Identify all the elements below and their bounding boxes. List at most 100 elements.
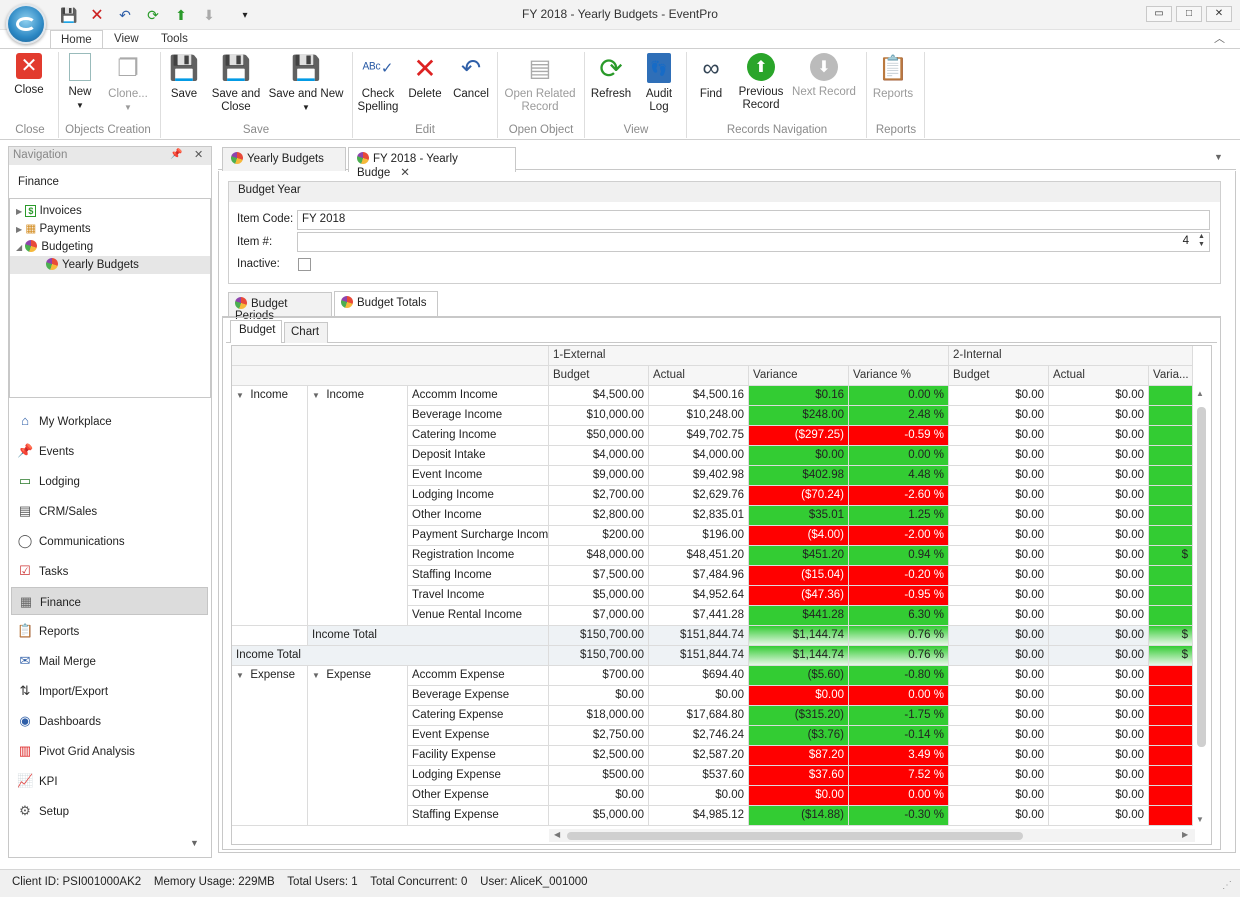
bed-icon: ▭ [18,473,32,488]
column-header[interactable]: Budget [549,366,649,386]
item-number-spinner-icon[interactable]: ▲ ▼ [1198,233,1205,249]
tab-view[interactable]: View [104,30,149,49]
cancel-button[interactable]: ↶ Cancel [452,53,490,101]
row-dimension-expense[interactable]: ▼ Expense [308,666,408,826]
scroll-down-icon[interactable]: ▼ [1196,815,1204,824]
save-close-disk-icon: 💾 [221,54,251,82]
delete-button[interactable]: ✕ Delete [406,53,444,101]
internal-actual-cell: $0.00 [1049,386,1149,406]
variance-percent-cell: -2.00 % [849,526,949,546]
horizontal-scrollbar[interactable] [567,832,1023,840]
variance-percent-cell: 4.48 % [849,466,949,486]
nav-pivot-grid-analysis[interactable]: ▥ Pivot Grid Analysis [17,737,207,765]
audit-log-button[interactable]: 👣 Audit Log [640,53,678,114]
row-dimension-income[interactable]: ▼ Income [308,386,408,626]
tree-item-yearly-budgets[interactable]: Yearly Budgets [10,256,210,274]
nav-dashboards[interactable]: ◉ Dashboards [17,707,207,735]
previous-record-button[interactable]: ⬆ Previous Record [736,53,786,112]
tab-budget-periods[interactable]: Budget Periods [228,292,332,322]
close-ribbon-button[interactable]: ✕ Close [10,53,48,97]
close-pane-icon[interactable]: ✕ [194,148,203,161]
row-dimension-expense[interactable]: ▼ Expense [232,666,308,826]
nav-kpi[interactable]: 📈 KPI [17,767,207,795]
nav-mail-merge[interactable]: ✉ Mail Merge [17,647,207,675]
nav-events[interactable]: 📌 Events [17,437,207,465]
nav-finance[interactable]: ▦ Finance [11,587,208,615]
app-logo-icon[interactable] [6,4,46,44]
vertical-scrollbar[interactable] [1197,407,1206,747]
budget-year-header: Budget Year [229,182,1220,202]
tab-budget-totals[interactable]: Budget Totals [334,291,438,316]
collapse-ribbon-icon[interactable]: ︿ [1214,30,1225,46]
column-header[interactable]: Budget [949,366,1049,386]
save-and-close-button[interactable]: 💾 Save and Close [210,53,262,114]
variance-percent-cell: -0.14 % [849,726,949,746]
row-dimension-income[interactable]: ▼ Income [232,386,308,626]
nav-communications[interactable]: ◯ Communications [17,527,207,555]
save-and-new-button[interactable]: 💾 Save and New ▼ [268,53,344,114]
column-header[interactable]: Actual [1049,366,1149,386]
reports-button[interactable]: 📋 Reports [870,53,916,101]
internal-budget-cell: $0.00 [949,626,1049,646]
tab-chart[interactable]: Chart [284,322,328,343]
nav-lodging[interactable]: ▭ Lodging [17,467,207,495]
scroll-up-icon[interactable]: ▲ [1196,389,1204,398]
variance-percent-cell: 0.00 % [849,386,949,406]
internal-actual-cell: $0.00 [1049,606,1149,626]
inactive-checkbox[interactable] [298,258,311,271]
find-button[interactable]: ∞ Find [692,53,730,101]
item-code-input[interactable]: FY 2018 [297,210,1210,230]
item-number-input[interactable]: 4 [297,232,1210,252]
pivot-grid-icon: ▥ [18,743,32,758]
nav-reports[interactable]: 📋 Reports [17,617,207,645]
refresh-button[interactable]: ⟳ Refresh [588,53,634,101]
tab-tools[interactable]: Tools [151,30,198,49]
nav-import-export[interactable]: ⇅ Import/Export [17,677,207,705]
open-related-record-button[interactable]: ▤ Open Related Record [502,53,578,114]
nav-tasks[interactable]: ☑ Tasks [17,557,207,585]
internal-actual-cell: $0.00 [1049,706,1149,726]
nav-crm-sales[interactable]: ▤ CRM/Sales [17,497,207,525]
tab-fy-2018[interactable]: FY 2018 - Yearly Budge ✕ [348,147,516,179]
column-header[interactable]: Varia... [1149,366,1193,386]
budget-cell: $500.00 [549,766,649,786]
tree-item-payments[interactable]: ▶ ▦ Payments [16,220,91,238]
budget-cell: $5,000.00 [549,586,649,606]
row-label: Catering Expense [408,706,549,726]
internal-variance-cell: $ [1149,646,1193,666]
close-button[interactable]: ✕ [1206,6,1232,22]
group-label-close: Close [15,124,45,136]
maximize-button[interactable]: □ [1176,6,1202,22]
tree-item-invoices[interactable]: ▶ $ Invoices [16,202,82,220]
tab-budget[interactable]: Budget [230,320,282,343]
scroll-right-icon[interactable]: ▶ [1182,830,1188,839]
internal-budget-cell: $0.00 [949,786,1049,806]
nav-overflow-chevron-icon[interactable]: ▼ [190,838,199,848]
nav-setup[interactable]: ⚙ Setup [17,797,207,825]
column-header[interactable]: Variance % [849,366,949,386]
dimension-label: Expense [326,669,372,681]
dimension-label: Income [326,389,365,401]
resize-grip-icon[interactable]: ⋰ [1222,880,1232,891]
new-button[interactable]: New ▼ [62,53,98,112]
row-label: Catering Income [408,426,549,446]
tab-list-chevron-icon[interactable]: ▼ [1214,152,1223,162]
column-header[interactable]: Actual [649,366,749,386]
next-record-button[interactable]: ⬇ Next Record [790,53,858,99]
column-header[interactable]: Variance [749,366,849,386]
tree-item-budgeting[interactable]: ◢ Budgeting [16,238,93,256]
check-spelling-button[interactable]: ᴬᴮᶜ✓ Check Spelling [356,53,400,114]
budget-cell: $10,000.00 [549,406,649,426]
save-button[interactable]: 💾 Save [166,53,202,101]
internal-budget-cell: $0.00 [949,446,1049,466]
clone-button[interactable]: ❐ Clone... ▼ [104,53,152,114]
minimize-button[interactable]: ▭ [1146,6,1172,22]
nav-my-workplace[interactable]: ⌂ My Workplace [17,407,207,435]
scroll-left-icon[interactable]: ◀ [554,830,560,839]
budget-cell: $2,500.00 [549,746,649,766]
pin-icon[interactable]: 📌 [170,149,182,160]
payments-icon: ▦ [25,223,37,235]
tab-home[interactable]: Home [50,30,103,50]
tab-yearly-budgets[interactable]: Yearly Budgets [222,147,346,171]
clone-icon: ❐ [117,54,139,82]
